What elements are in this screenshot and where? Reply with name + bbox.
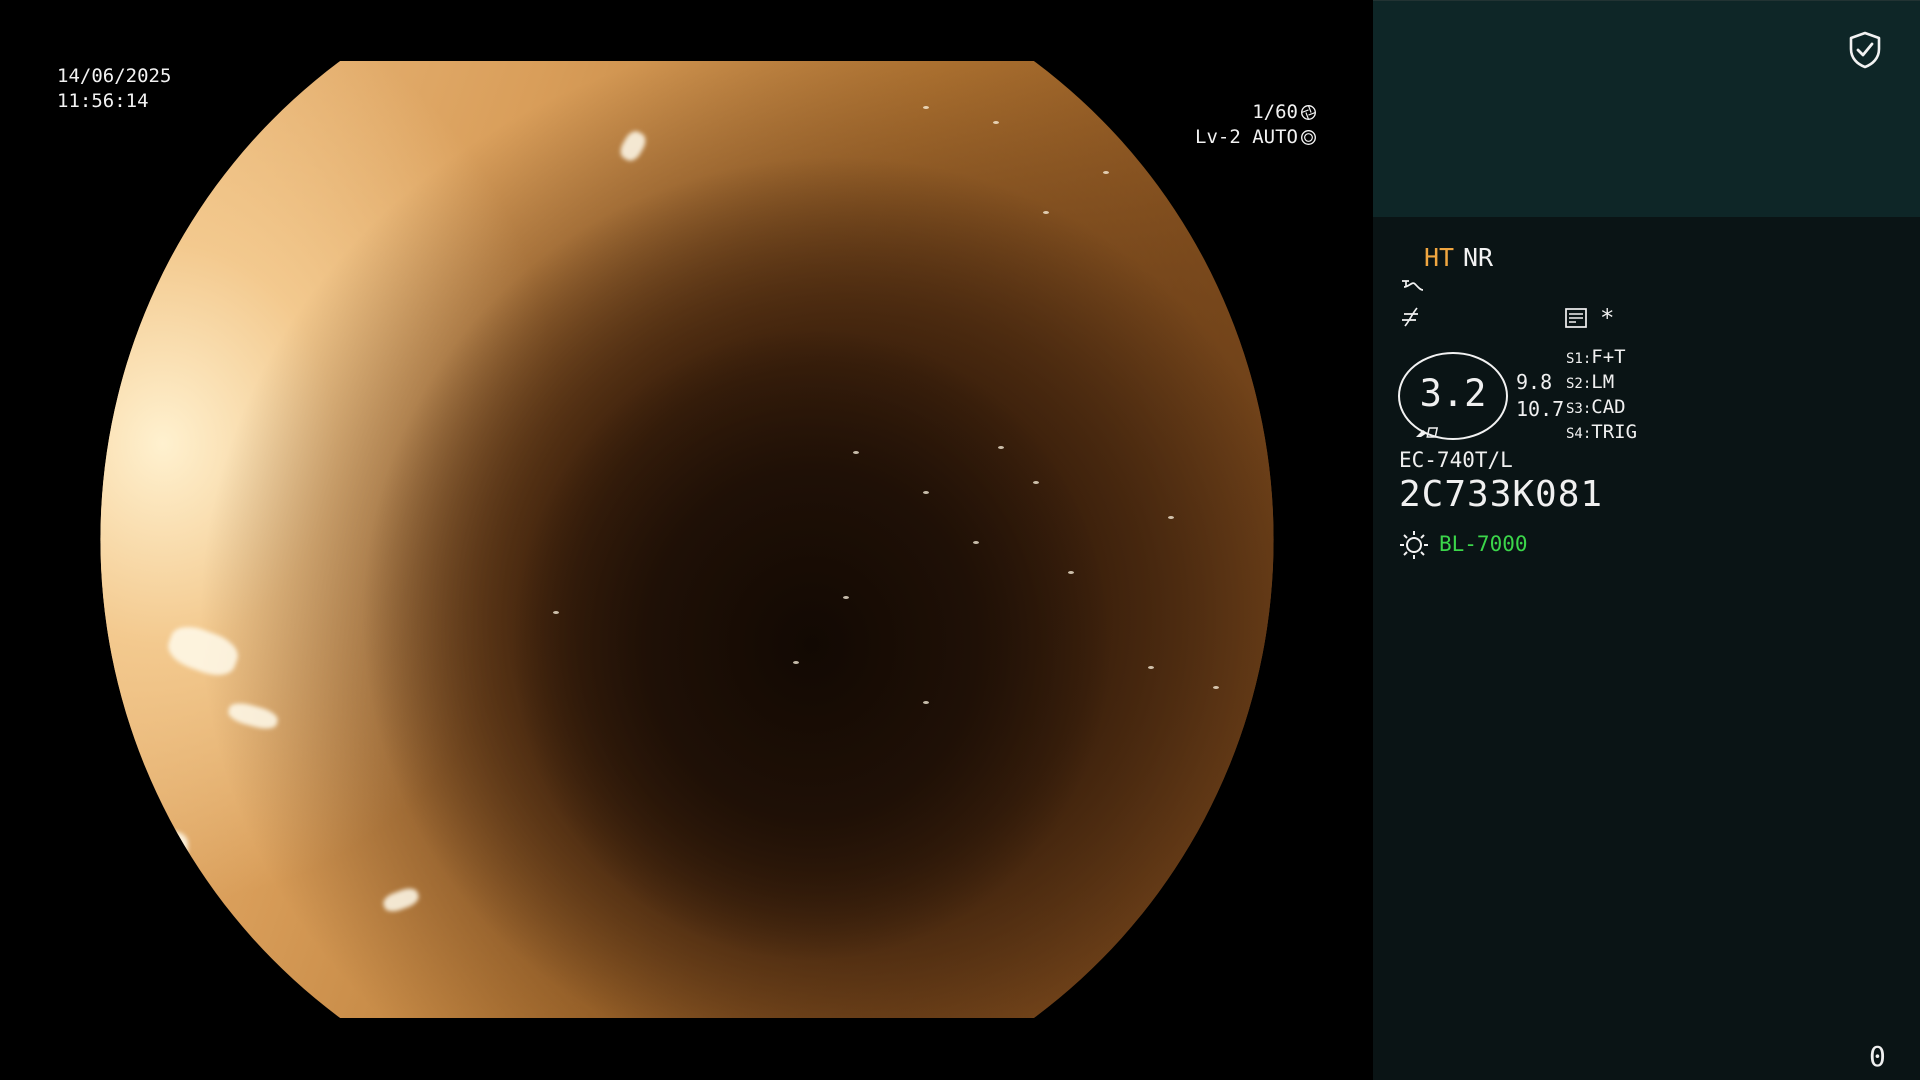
switch-assignment-s3: S3:CAD bbox=[1566, 396, 1626, 418]
exposure-info: 1/60 Lv-2 AUTO bbox=[1195, 100, 1317, 150]
switch-key: S3 bbox=[1566, 401, 1583, 417]
fleck bbox=[1158, 181, 1164, 184]
switch-key: S4 bbox=[1566, 426, 1583, 442]
fleck bbox=[993, 121, 999, 124]
ht-label: HT bbox=[1424, 243, 1455, 272]
info-panel: HT NR * 3.2 9.8 10.7 S1:F+T S2:LM S3:CAD… bbox=[1373, 0, 1920, 1080]
tone-curve-icon bbox=[1402, 280, 1424, 291]
panel-header bbox=[1373, 0, 1920, 217]
shutter-text: 1/60 bbox=[1252, 101, 1298, 123]
fleck bbox=[1213, 686, 1219, 689]
zoom-pen-icon bbox=[1416, 427, 1439, 438]
switch-key: S1 bbox=[1566, 351, 1583, 367]
fleck bbox=[1168, 516, 1174, 519]
fleck bbox=[553, 611, 559, 614]
specular-highlight bbox=[616, 128, 650, 164]
light-source-model: BL-7000 bbox=[1439, 532, 1528, 556]
zoom-indicator: 3.2 bbox=[1398, 352, 1508, 440]
switch-key: S2 bbox=[1566, 376, 1583, 392]
fleck bbox=[923, 701, 929, 704]
shutter-icon bbox=[1301, 105, 1316, 120]
fleck bbox=[793, 661, 799, 664]
memo-icon bbox=[1565, 308, 1587, 328]
time-text: 11:56:14 bbox=[57, 90, 149, 112]
iris-row: Lv-2 AUTO bbox=[1195, 125, 1317, 150]
shield-check-icon[interactable] bbox=[1848, 31, 1882, 69]
shutter-row: 1/60 bbox=[1195, 100, 1317, 125]
switch-value: CAD bbox=[1591, 396, 1626, 418]
fleck bbox=[1068, 571, 1074, 574]
date-text: 14/06/2025 bbox=[57, 65, 172, 87]
fleck bbox=[1033, 481, 1039, 484]
switch-assignment-s4: S4:TRIG bbox=[1566, 421, 1638, 443]
image-counter: 0 bbox=[1869, 1040, 1886, 1073]
zoom-side-value-top: 9.8 bbox=[1516, 370, 1553, 394]
endoscope-image bbox=[100, 61, 1274, 1018]
iris-icon bbox=[1301, 130, 1316, 145]
fleck bbox=[843, 596, 849, 599]
specular-highlight bbox=[148, 831, 188, 861]
zoom-value: 3.2 bbox=[1419, 372, 1487, 415]
fleck bbox=[1043, 211, 1049, 214]
fleck bbox=[1103, 171, 1109, 174]
structure-curve-icon bbox=[1402, 307, 1418, 327]
specular-highlight bbox=[381, 885, 421, 915]
switch-value: TRIG bbox=[1591, 421, 1638, 443]
switch-assignment-s2: S2:LM bbox=[1566, 371, 1615, 393]
fleck bbox=[923, 491, 929, 494]
light-source-icon bbox=[1400, 531, 1428, 559]
scope-model: EC-740T/L bbox=[1399, 448, 1513, 472]
datetime-stamp: 14/06/2025 11:56:14 bbox=[57, 64, 171, 114]
switch-value: LM bbox=[1591, 371, 1615, 393]
scope-serial-number: 2C733K081 bbox=[1399, 474, 1604, 515]
fleck bbox=[923, 106, 929, 109]
iris-text: Lv-2 AUTO bbox=[1195, 126, 1298, 148]
nr-label: NR bbox=[1463, 243, 1494, 272]
zoom-side-value-bottom: 10.7 bbox=[1516, 397, 1565, 421]
star-indicator: * bbox=[1600, 304, 1615, 332]
switch-value: F+T bbox=[1591, 346, 1626, 368]
fleck bbox=[973, 541, 979, 544]
specular-highlight bbox=[226, 699, 280, 733]
fleck bbox=[853, 451, 859, 454]
specular-highlight bbox=[163, 620, 243, 682]
fleck bbox=[1148, 666, 1154, 669]
switch-assignment-s1: S1:F+T bbox=[1566, 346, 1626, 368]
fleck bbox=[998, 446, 1004, 449]
